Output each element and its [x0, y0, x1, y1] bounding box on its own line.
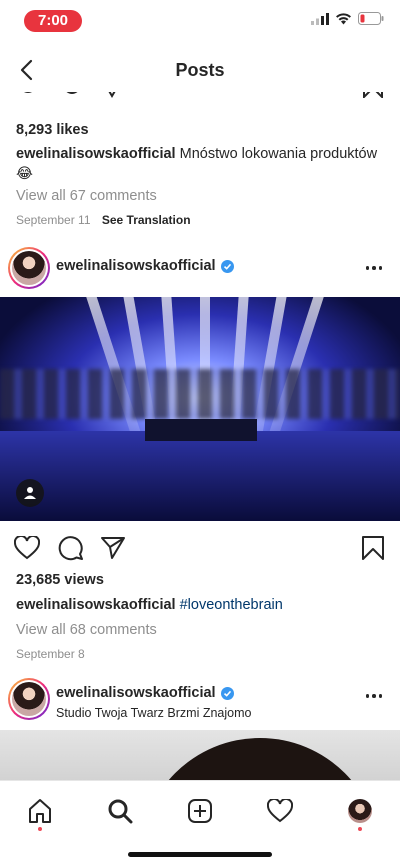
comment-button[interactable] — [58, 92, 86, 100]
comment-icon — [58, 536, 83, 561]
battery-icon — [358, 12, 384, 25]
top-nav: Posts — [0, 48, 400, 92]
post-username-text[interactable]: ewelinalisowskaofficial — [56, 258, 216, 274]
post-location[interactable]: Studio Twoja Twarz Brzmi Znajomo — [56, 706, 251, 720]
bookmark-icon — [362, 536, 384, 560]
page-title: Posts — [175, 59, 225, 80]
home-icon — [29, 799, 51, 823]
verified-badge-icon — [220, 259, 234, 273]
post-actions — [0, 526, 400, 570]
chevron-left-icon — [20, 59, 33, 81]
status-icons — [311, 12, 384, 25]
comment-icon — [66, 92, 78, 94]
avatar[interactable] — [8, 247, 50, 289]
comment-button[interactable] — [56, 534, 86, 562]
activity-heart-icon — [267, 799, 293, 823]
caption-username[interactable]: ewelinalisowskaofficial — [16, 146, 176, 162]
tab-search[interactable] — [100, 791, 140, 831]
more-options-button[interactable] — [362, 686, 386, 706]
hashtag-link[interactable]: #loveonthebrain — [180, 597, 283, 613]
views-count[interactable]: 23,685 views — [16, 570, 104, 590]
notification-dot — [38, 827, 42, 831]
feed[interactable]: 8,293 likes ewelinalisowskaofficial Mnós… — [0, 92, 400, 780]
heart-icon — [14, 536, 40, 560]
more-options-button[interactable] — [362, 258, 386, 278]
bookmark-icon — [363, 92, 383, 98]
post-caption: ewelinalisowskaofficial Mnóstwo lokowani… — [16, 144, 386, 184]
tab-bar — [0, 780, 400, 840]
profile-avatar — [348, 799, 372, 823]
tab-activity[interactable] — [260, 791, 300, 831]
post-date: September 8 — [16, 647, 85, 661]
home-indicator[interactable] — [128, 852, 272, 857]
post-username[interactable]: ewelinalisowskaofficial — [56, 685, 234, 701]
tab-profile[interactable] — [340, 791, 380, 831]
post-media[interactable] — [0, 730, 400, 780]
post-username[interactable]: ewelinalisowskaofficial — [56, 258, 234, 274]
send-icon — [101, 537, 125, 559]
notification-dot — [358, 827, 362, 831]
post-caption: ewelinalisowskaofficial #loveonthebrain — [16, 595, 386, 615]
see-translation-link[interactable]: See Translation — [102, 213, 191, 227]
post-header: ewelinalisowskaofficial — [0, 238, 400, 298]
post-media[interactable] — [0, 297, 400, 521]
signal-icon — [311, 12, 329, 25]
tab-new-post[interactable] — [180, 791, 220, 831]
post-header: ewelinalisowskaofficial Studio Twoja Twa… — [0, 670, 400, 730]
likes-count[interactable]: 8,293 likes — [16, 120, 89, 140]
previous-post-actions — [0, 92, 400, 106]
save-button[interactable] — [358, 534, 388, 562]
send-icon — [108, 92, 116, 98]
like-button[interactable] — [12, 534, 42, 562]
post-meta: September 11 See Translation — [16, 210, 191, 230]
save-button[interactable] — [360, 92, 386, 100]
wifi-icon — [336, 12, 351, 24]
person-icon — [24, 487, 36, 499]
tagged-users-button[interactable] — [16, 479, 44, 507]
view-comments-link[interactable]: View all 67 comments — [16, 186, 157, 206]
avatar[interactable] — [8, 678, 50, 720]
back-button[interactable] — [12, 56, 40, 84]
like-button[interactable] — [14, 92, 42, 100]
post-username-text[interactable]: ewelinalisowskaofficial — [56, 685, 216, 701]
status-time: 7:00 — [24, 10, 82, 32]
new-post-icon — [188, 799, 212, 823]
post-date: September 11 — [16, 213, 91, 227]
heart-icon — [24, 92, 32, 93]
share-button[interactable] — [98, 534, 128, 562]
status-bar: 7:00 — [0, 0, 400, 44]
caption-username[interactable]: ewelinalisowskaofficial — [16, 597, 176, 613]
search-icon — [108, 799, 133, 824]
tab-home[interactable] — [20, 791, 60, 831]
view-comments-link[interactable]: View all 68 comments — [16, 620, 157, 640]
share-button[interactable] — [100, 92, 124, 100]
verified-badge-icon — [220, 686, 234, 700]
